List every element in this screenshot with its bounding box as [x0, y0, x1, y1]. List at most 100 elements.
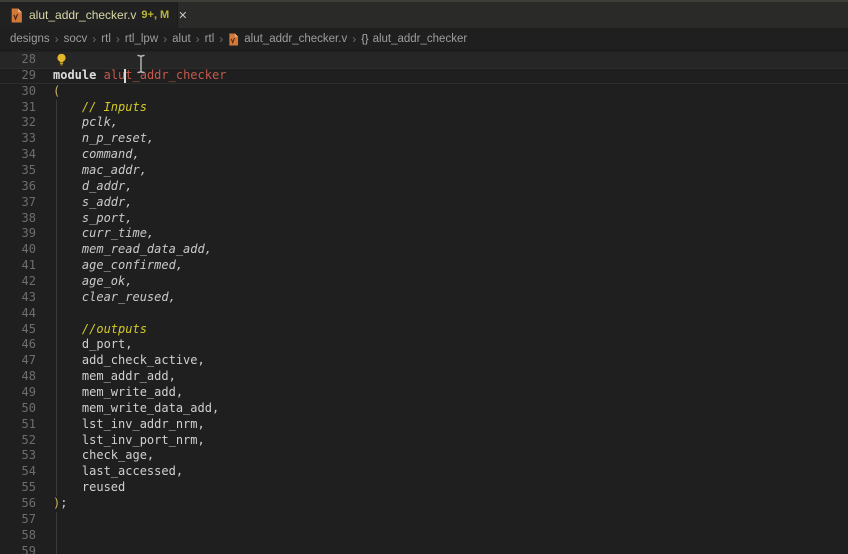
line-number[interactable]: 54: [0, 464, 36, 480]
line-number[interactable]: 31: [0, 100, 36, 116]
line-number[interactable]: 33: [0, 131, 36, 147]
breadcrumb-item-socv[interactable]: socv: [64, 33, 88, 45]
line-number[interactable]: 49: [0, 385, 36, 401]
code-line-58[interactable]: 58: [0, 528, 848, 544]
close-icon[interactable]: ✕: [178, 7, 187, 23]
code-line-29[interactable]: 29module alut_addr_checker: [0, 68, 848, 84]
token: ;: [60, 496, 67, 510]
code-line-40[interactable]: 40 mem_read_data_add,: [0, 242, 848, 258]
code-line-34[interactable]: 34 command,: [0, 147, 848, 163]
indent-guide: [56, 417, 57, 433]
line-number[interactable]: 53: [0, 448, 36, 464]
token: d_addr,: [53, 179, 132, 193]
code-line-48[interactable]: 48 mem_addr_add,: [0, 369, 848, 385]
code-line-35[interactable]: 35 mac_addr,: [0, 163, 848, 179]
line-number[interactable]: 42: [0, 274, 36, 290]
code-line-41[interactable]: 41 age_confirmed,: [0, 258, 848, 274]
line-number[interactable]: 51: [0, 417, 36, 433]
line-number[interactable]: 28: [0, 52, 36, 68]
code-text: [53, 544, 848, 554]
breadcrumb-item-rtl[interactable]: rtl: [205, 33, 215, 45]
breadcrumb-item-designs[interactable]: designs: [10, 33, 50, 45]
code-editor[interactable]: 2829module alut_addr_checker30(31 // Inp…: [0, 50, 848, 554]
code-text: [53, 52, 848, 68]
indent-guide: [56, 337, 57, 353]
line-number[interactable]: 34: [0, 147, 36, 163]
line-number[interactable]: 48: [0, 369, 36, 385]
code-line-54[interactable]: 54 last_accessed,: [0, 464, 848, 480]
line-number[interactable]: 57: [0, 512, 36, 528]
code-line-31[interactable]: 31 // Inputs: [0, 100, 848, 116]
code-line-53[interactable]: 53 check_age,: [0, 448, 848, 464]
indent-guide: [56, 115, 57, 131]
code-line-59[interactable]: 59: [0, 544, 848, 554]
token: alut_addr_checker: [104, 68, 227, 82]
code-line-56[interactable]: 56);: [0, 496, 848, 512]
line-number[interactable]: 40: [0, 242, 36, 258]
code-text: //outputs: [53, 322, 848, 338]
line-number[interactable]: 50: [0, 401, 36, 417]
code-text: mac_addr,: [53, 163, 848, 179]
line-number[interactable]: 56: [0, 496, 36, 512]
code-text: add_check_active,: [53, 353, 848, 369]
code-line-46[interactable]: 46 d_port,: [0, 337, 848, 353]
line-number[interactable]: 52: [0, 433, 36, 449]
line-number[interactable]: 32: [0, 115, 36, 131]
breadcrumb-symbol[interactable]: alut_addr_checker: [373, 33, 468, 45]
code-line-37[interactable]: 37 s_addr,: [0, 195, 848, 211]
token: last_accessed,: [53, 464, 183, 478]
breadcrumb-item-rtl[interactable]: rtl: [101, 33, 111, 45]
line-number[interactable]: 29: [0, 68, 36, 84]
token: //outputs: [53, 322, 147, 336]
code-line-32[interactable]: 32 pclk,: [0, 115, 848, 131]
token: // Inputs: [53, 100, 147, 114]
editor-tab[interactable]: alut_addr_checker.v 9+, M ✕: [0, 2, 178, 28]
code-line-30[interactable]: 30(: [0, 84, 848, 100]
code-text: s_addr,: [53, 195, 848, 211]
indent-guide: [56, 544, 57, 554]
token: d_port,: [53, 337, 132, 351]
code-line-51[interactable]: 51 lst_inv_addr_nrm,: [0, 417, 848, 433]
indent-guide: [56, 100, 57, 116]
line-number[interactable]: 46: [0, 337, 36, 353]
line-number[interactable]: 45: [0, 322, 36, 338]
line-number[interactable]: 36: [0, 179, 36, 195]
code-text: clear_reused,: [53, 290, 848, 306]
code-line-38[interactable]: 38 s_port,: [0, 211, 848, 227]
code-line-36[interactable]: 36 d_addr,: [0, 179, 848, 195]
line-number[interactable]: 37: [0, 195, 36, 211]
line-number[interactable]: 39: [0, 226, 36, 242]
line-number[interactable]: 58: [0, 528, 36, 544]
code-line-33[interactable]: 33 n_p_reset,: [0, 131, 848, 147]
line-number[interactable]: 35: [0, 163, 36, 179]
line-number[interactable]: 55: [0, 480, 36, 496]
line-number[interactable]: 43: [0, 290, 36, 306]
code-line-47[interactable]: 47 add_check_active,: [0, 353, 848, 369]
line-number[interactable]: 30: [0, 84, 36, 100]
code-line-42[interactable]: 42 age_ok,: [0, 274, 848, 290]
line-number[interactable]: 44: [0, 306, 36, 322]
code-line-52[interactable]: 52 lst_inv_port_nrm,: [0, 433, 848, 449]
code-line-55[interactable]: 55 reused: [0, 480, 848, 496]
token: add_check_active,: [53, 353, 205, 367]
code-line-28[interactable]: 28: [0, 52, 848, 68]
code-line-49[interactable]: 49 mem_write_add,: [0, 385, 848, 401]
breadcrumb-item-alut[interactable]: alut: [172, 33, 191, 45]
code-line-43[interactable]: 43 clear_reused,: [0, 290, 848, 306]
line-number[interactable]: 59: [0, 544, 36, 554]
code-text: age_ok,: [53, 274, 848, 290]
line-number[interactable]: 47: [0, 353, 36, 369]
indent-guide: [56, 195, 57, 211]
code-line-44[interactable]: 44: [0, 306, 848, 322]
breadcrumb-item-rtl_lpw[interactable]: rtl_lpw: [125, 33, 158, 45]
token: mem_write_data_add,: [53, 401, 219, 415]
breadcrumb-file[interactable]: alut_addr_checker.v: [244, 33, 347, 45]
line-number[interactable]: 38: [0, 211, 36, 227]
code-line-45[interactable]: 45 //outputs: [0, 322, 848, 338]
lightbulb-icon[interactable]: [55, 53, 68, 66]
code-line-50[interactable]: 50 mem_write_data_add,: [0, 401, 848, 417]
line-number[interactable]: 41: [0, 258, 36, 274]
code-line-57[interactable]: 57: [0, 512, 848, 528]
code-text: mem_write_data_add,: [53, 401, 848, 417]
code-line-39[interactable]: 39 curr_time,: [0, 226, 848, 242]
